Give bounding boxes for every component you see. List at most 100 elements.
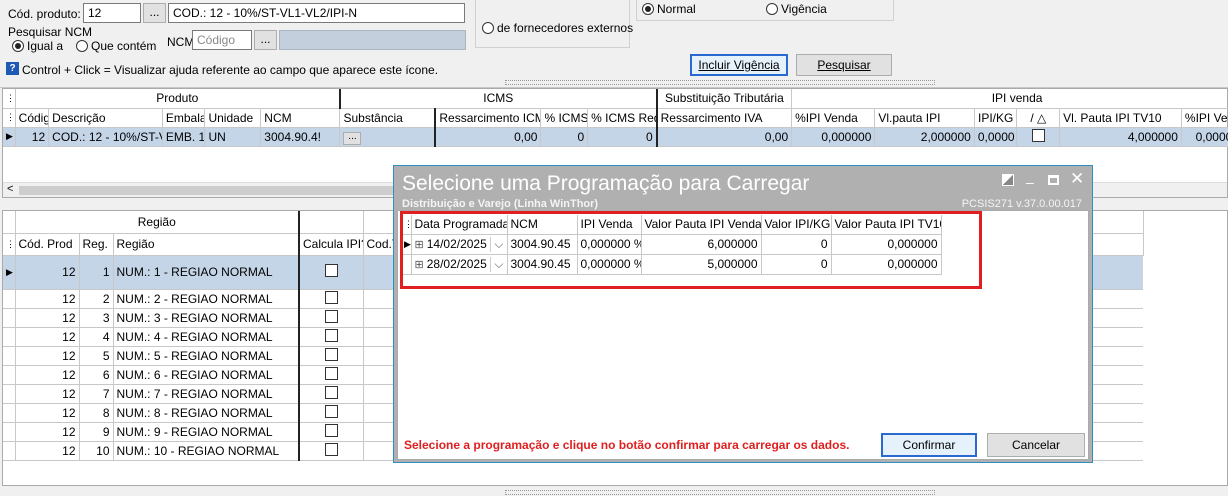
substancia-button[interactable]: ... <box>343 132 362 145</box>
confirmar-button[interactable]: Confirmar <box>881 433 977 457</box>
pesquisar-button[interactable]: Pesquisar <box>796 54 892 76</box>
checkbox[interactable] <box>324 328 338 342</box>
scrollbar-thumb[interactable] <box>19 186 399 195</box>
cell-regiao: NUM.: 2 - REGIAO NORMAL <box>113 289 301 309</box>
cell-ipi-venda: 0,000000 <box>791 127 876 147</box>
col-ress-iva[interactable]: Ressarcimento IVA <box>656 108 793 128</box>
col-substancia[interactable]: Substância <box>339 108 437 128</box>
top-form: Cód. produto: 12 ... COD.: 12 - 10%/ST-V… <box>0 0 1228 88</box>
col-ress-icms[interactable]: Ressarcimento ICMS <box>435 108 542 128</box>
col-ncm[interactable]: NCM <box>260 108 341 128</box>
checkbox[interactable] <box>324 309 338 323</box>
help-icon[interactable]: ? <box>6 62 19 75</box>
vigencia-radio[interactable]: Vigência <box>766 2 827 16</box>
checkbox[interactable] <box>324 290 338 304</box>
cell-calcula-ipi[interactable] <box>299 255 364 290</box>
maximize-icon[interactable] <box>1048 175 1059 185</box>
program-dialog: Selecione uma Programação para Carregar … <box>393 165 1093 463</box>
product-row[interactable]: ▶ 12 COD.: 12 - 10%/ST-VL1-' EMB. 1 UN 3… <box>3 127 1228 147</box>
col-sort[interactable]: / △ <box>1016 108 1061 128</box>
cell-calcula-ipi[interactable] <box>299 441 364 461</box>
cell-regiao: NUM.: 9 - REGIAO NORMAL <box>113 422 301 442</box>
dialog-title: Selecione uma Programação para Carregar <box>402 172 810 195</box>
col-pct-icms[interactable]: % ICMS <box>540 108 589 128</box>
cell-ress-icms: 0,00 <box>435 127 542 147</box>
checkbox[interactable] <box>324 404 338 418</box>
cell-calcula-ipi[interactable] <box>299 327 364 347</box>
col-reg[interactable]: Reg. <box>79 233 114 256</box>
normal-label: Normal <box>657 2 696 16</box>
row-pointer-icon: ▶ <box>3 127 16 147</box>
cell-regiao: NUM.: 6 - REGIAO NORMAL <box>113 365 301 385</box>
ncm-desc-field <box>279 30 466 50</box>
cell-checkbox[interactable] <box>1016 127 1061 147</box>
col-ipi-venda2[interactable]: %IPI Venda <box>1181 108 1228 128</box>
radio-selected-icon <box>642 3 654 15</box>
grid-menu-icon[interactable]: ⋮ <box>3 233 16 256</box>
cell-ipi-venda2: 0,00000 <box>1181 127 1228 147</box>
cell-calcula-ipi[interactable] <box>299 384 364 404</box>
col-pct-icms-red[interactable]: % ICMS Red. <box>587 108 658 128</box>
dialog-body: ⋮ Data Programada NCM IPI Venda Valor Pa… <box>397 210 1089 460</box>
cell-calcula-ipi[interactable] <box>299 422 364 442</box>
col-ipi-kg[interactable]: IPI/KG <box>974 108 1018 128</box>
row-pointer-icon <box>3 289 16 309</box>
cancelar-button[interactable]: Cancelar <box>987 433 1085 457</box>
row-pointer-icon <box>3 308 16 328</box>
cell-regiao: NUM.: 8 - REGIAO NORMAL <box>113 403 301 423</box>
col-codigo[interactable]: Códig <box>15 108 50 128</box>
col-ipi-venda[interactable]: %IPI Venda <box>791 108 876 128</box>
cell-calcula-ipi[interactable] <box>299 308 364 328</box>
cell-cod: 12 <box>15 127 50 147</box>
grid-menu-icon[interactable]: ⋮ <box>3 89 16 109</box>
cell-substancia[interactable]: ... <box>339 127 437 147</box>
col-embalagem[interactable]: Embala <box>162 108 206 128</box>
ncm-input[interactable]: Código <box>192 30 252 50</box>
scroll-left-icon[interactable]: < <box>7 183 13 195</box>
ncm-search-button[interactable]: ... <box>254 30 277 50</box>
cell-cod-prod: 12 <box>15 346 80 366</box>
cell-calcula-ipi[interactable] <box>299 365 364 385</box>
minimize-icon[interactable]: – <box>1026 174 1034 190</box>
col-calcula-ipi[interactable]: Calcula IPI? <box>299 233 364 256</box>
cell-regiao: NUM.: 7 - REGIAO NORMAL <box>113 384 301 404</box>
splitter-handle[interactable] <box>505 80 935 85</box>
dialog-code: PCSIS271 v.37.0.00.017 <box>961 198 1082 210</box>
fornecedores-radio[interactable]: de fornecedores externos <box>482 21 633 35</box>
checkbox[interactable] <box>324 347 338 361</box>
cod-produto-input[interactable]: 12 <box>83 3 141 23</box>
cell-calcula-ipi[interactable] <box>299 346 364 366</box>
cell-reg: 6 <box>79 365 114 385</box>
col-regiao[interactable]: Região <box>113 233 301 256</box>
cell-cod-prod: 12 <box>15 403 80 423</box>
cell-cod-prod: 12 <box>15 365 80 385</box>
checkbox[interactable] <box>1031 128 1045 142</box>
row-pointer-icon <box>3 346 16 366</box>
normal-radio[interactable]: Normal <box>642 2 696 16</box>
row-pointer-icon <box>3 441 16 461</box>
cell-emb: EMB. 1 <box>162 127 206 147</box>
close-icon[interactable]: ✕ <box>1070 169 1084 189</box>
restore-icon[interactable] <box>1002 174 1014 186</box>
checkbox[interactable] <box>324 385 338 399</box>
cod-produto-search-button[interactable]: ... <box>143 3 166 23</box>
col-unidade[interactable]: Unidade <box>204 108 262 128</box>
row-pointer-icon <box>3 403 16 423</box>
grid-menu-icon[interactable]: ⋮ <box>3 108 16 128</box>
cell-calcula-ipi[interactable] <box>299 403 364 423</box>
row-pointer-icon <box>3 422 16 442</box>
cell-cod-prod: 12 <box>15 289 80 309</box>
checkbox[interactable] <box>324 366 338 380</box>
col-pauta-tv10[interactable]: Vl. Pauta IPI TV10 <box>1059 108 1182 128</box>
checkbox[interactable] <box>324 442 338 456</box>
cell-calcula-ipi[interactable] <box>299 289 364 309</box>
igual-a-radio[interactable]: Igual a <box>12 39 63 53</box>
checkbox[interactable] <box>324 423 338 437</box>
bottom-splitter[interactable] <box>505 490 935 495</box>
incluir-vigencia-button[interactable]: Incluir Vigência <box>690 54 788 76</box>
checkbox[interactable] <box>324 264 338 277</box>
col-vl-pauta[interactable]: Vl.pauta IPI <box>874 108 975 128</box>
que-contem-radio[interactable]: Que contém <box>76 39 156 53</box>
col-descricao[interactable]: Descrição <box>48 108 163 128</box>
col-cod-prod[interactable]: Cód. Prod <box>15 233 80 256</box>
